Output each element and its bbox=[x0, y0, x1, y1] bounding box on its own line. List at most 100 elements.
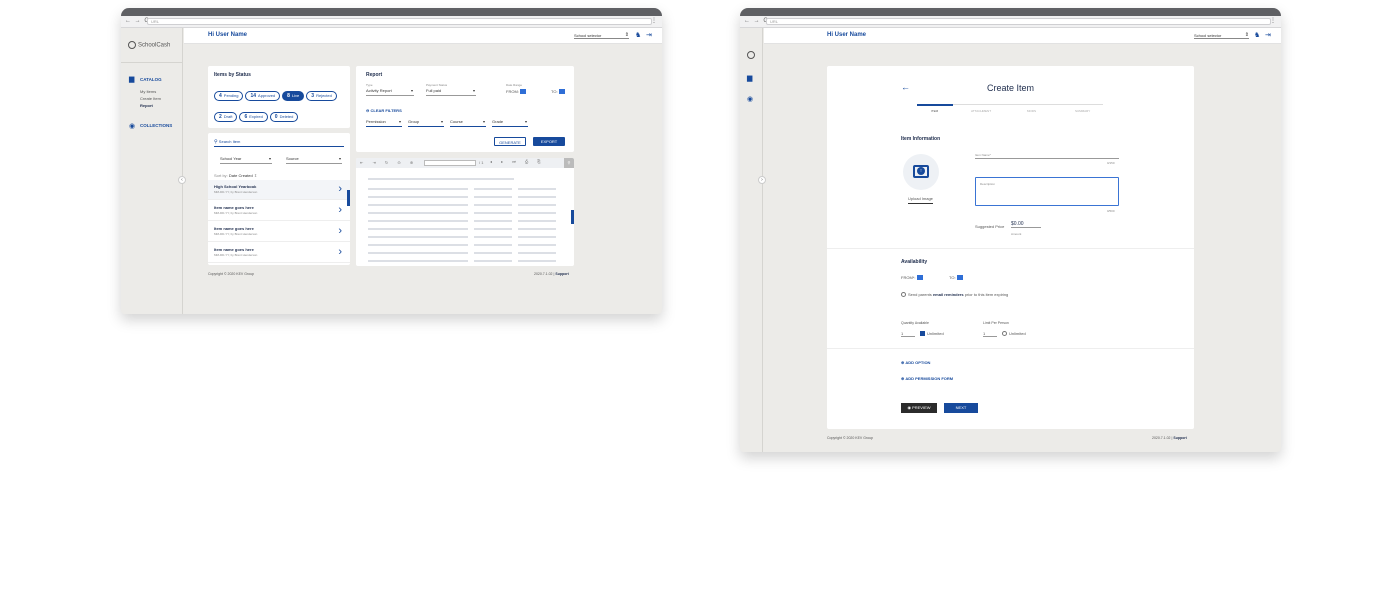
checkbox-checked-icon[interactable] bbox=[920, 331, 925, 337]
browser-menu-icon[interactable]: ⋮ bbox=[1270, 17, 1276, 24]
clear-filters-link[interactable]: ⊖ CLEAR FILTERS bbox=[366, 108, 402, 113]
preview-button[interactable]: ◉ PREVIEW bbox=[901, 403, 937, 413]
pill-count: 0 bbox=[274, 114, 278, 120]
description-textarea[interactable]: Description bbox=[975, 177, 1119, 206]
list-item[interactable]: Item name goes here MM-DD-YY, by Brent He… bbox=[208, 222, 350, 242]
sidebar-item-create-item[interactable]: Create Item bbox=[140, 96, 161, 101]
list-item[interactable]: Item name goes here MM-DD-YY, by Brent He… bbox=[208, 243, 350, 263]
calendar-icon[interactable] bbox=[520, 89, 527, 95]
support-link[interactable]: Support bbox=[555, 272, 568, 276]
url-field[interactable]: URL bbox=[147, 18, 652, 25]
add-option-label: ADD OPTION bbox=[905, 360, 931, 365]
support-link[interactable]: Support bbox=[1173, 436, 1186, 440]
catalog-icon: ▆ bbox=[129, 76, 135, 83]
filter-group[interactable]: Group ▾ bbox=[408, 119, 444, 127]
reminder-radio[interactable] bbox=[901, 292, 906, 298]
available-to[interactable]: TO: bbox=[949, 275, 963, 281]
type-select[interactable]: Activity Report ▾ bbox=[366, 88, 414, 96]
quantity-input[interactable]: 1 bbox=[901, 331, 915, 337]
expand-sidebar-button[interactable]: › bbox=[758, 176, 766, 184]
sidebar-item-catalog[interactable]: CATALOG bbox=[140, 77, 162, 82]
limit-unlimited[interactable]: Unlimited bbox=[1002, 331, 1026, 337]
greeting: Hi User Name bbox=[827, 32, 867, 38]
status-pill-live[interactable]: 8 Live bbox=[282, 91, 305, 101]
caret-down-icon: ▾ bbox=[482, 119, 485, 124]
url-field[interactable]: URL bbox=[766, 18, 1271, 25]
school-year-select[interactable]: School Year ▾ bbox=[220, 156, 272, 164]
collapse-sidebar-button[interactable]: ‹ bbox=[178, 176, 186, 184]
description-count: 0/500 bbox=[1107, 209, 1115, 213]
step-summary[interactable]: SUMMARY bbox=[1075, 109, 1090, 113]
radio-icon[interactable] bbox=[1002, 331, 1007, 337]
search-placeholder: Search Item bbox=[218, 139, 241, 144]
step-item[interactable]: ITEM bbox=[931, 109, 938, 113]
generate-button[interactable]: GENERATE bbox=[494, 137, 526, 146]
status-title: Items by Status bbox=[214, 72, 251, 78]
upload-image-label[interactable]: Upload Image bbox=[908, 196, 933, 204]
source-select[interactable]: Source ▾ bbox=[286, 156, 342, 164]
pill-count: 14 bbox=[250, 93, 257, 99]
reminder-option[interactable]: Send parents email reminders prior to th… bbox=[901, 292, 1008, 298]
type-value: Activity Report bbox=[366, 88, 392, 93]
list-item[interactable]: Item name goes here MM-DD-YY, by Brent He… bbox=[208, 201, 350, 221]
logout-icon[interactable]: ⇥ bbox=[1265, 31, 1271, 39]
status-pill-draft[interactable]: 2 Draft bbox=[214, 112, 238, 122]
suggested-price-label: Suggested Price bbox=[975, 224, 1005, 229]
calendar-icon[interactable] bbox=[956, 275, 963, 281]
sidebar-item-my-items[interactable]: My Items bbox=[140, 89, 156, 94]
item-name-input[interactable] bbox=[975, 158, 1119, 159]
add-permission-form-link[interactable]: ⊕ ADD PERMISSION FORM bbox=[901, 376, 953, 381]
date-from[interactable]: FROM: bbox=[506, 89, 527, 95]
filter-permission[interactable]: Permission ▾ bbox=[366, 119, 402, 127]
browser-nav-icons[interactable]: ← → C bbox=[125, 18, 150, 24]
logout-icon[interactable]: ⇥ bbox=[646, 31, 652, 39]
step-attachment[interactable]: ATTACHMENT bbox=[971, 109, 991, 113]
page-input[interactable] bbox=[424, 160, 476, 166]
collections-icon[interactable]: ◉ bbox=[747, 95, 753, 103]
calendar-icon[interactable] bbox=[558, 89, 565, 95]
bell-icon[interactable]: ♞ bbox=[635, 31, 641, 39]
suggested-price-input[interactable]: $0.00 bbox=[1011, 221, 1041, 228]
list-item[interactable]: High School Yearbook MM-DD-YY, by Brent H… bbox=[208, 180, 350, 200]
status-pill-approved[interactable]: 14 Approved bbox=[245, 91, 281, 101]
filter-course[interactable]: Course ▾ bbox=[450, 119, 486, 127]
calendar-icon[interactable] bbox=[916, 275, 923, 281]
report-card: Report Type Activity Report ▾ Payment Sta… bbox=[356, 66, 574, 152]
browser-menu-icon[interactable]: ⋮ bbox=[651, 17, 657, 24]
search-input[interactable]: ⚲ Search Item bbox=[214, 139, 344, 147]
date-to[interactable]: TO: bbox=[551, 89, 565, 95]
status-pill-pending[interactable]: 4 Pending bbox=[214, 91, 244, 101]
catalog-icon[interactable]: ▆ bbox=[747, 74, 752, 82]
filter-grade[interactable]: Grade ▾ bbox=[492, 119, 528, 127]
list-scrollbar[interactable] bbox=[347, 190, 350, 206]
next-button[interactable]: NEXT bbox=[944, 403, 978, 413]
brand-name: SchoolCash bbox=[138, 42, 171, 49]
create-item-card: ← Create Item ITEM ATTACHMENT MODS SUMMA… bbox=[827, 66, 1194, 429]
status-pill-deleted[interactable]: 0 Deleted bbox=[269, 112, 299, 122]
collections-icon: ◉ bbox=[129, 123, 136, 130]
school-selector[interactable]: School selector ⇕ bbox=[574, 32, 629, 39]
limit-input[interactable]: 1 bbox=[983, 331, 997, 337]
chevron-updown-icon: ⇕ bbox=[624, 32, 629, 38]
export-button[interactable]: EXPORT bbox=[533, 137, 565, 146]
browser-nav-icons[interactable]: ← → C bbox=[744, 18, 769, 24]
available-from[interactable]: FROM*: bbox=[901, 275, 923, 281]
sort-control[interactable]: Sort by: Date Created ⇕ bbox=[214, 173, 257, 178]
top-header: Hi User Name School selector ⇕ ♞ ⇥ bbox=[184, 28, 662, 44]
sidebar-item-report[interactable]: Report bbox=[140, 103, 153, 108]
add-option-link[interactable]: ⊕ ADD OPTION bbox=[901, 360, 930, 365]
step-mods[interactable]: MODS bbox=[1027, 109, 1036, 113]
payment-select[interactable]: Full paid ▾ bbox=[426, 88, 476, 96]
quantity-unlimited[interactable]: Unlimited bbox=[920, 331, 944, 337]
search-icon[interactable]: ⚲ bbox=[564, 158, 574, 168]
sidebar-item-collections[interactable]: COLLECTIONS bbox=[140, 123, 172, 128]
status-pill-expired[interactable]: 6 Expired bbox=[239, 112, 268, 122]
bell-icon[interactable]: ♞ bbox=[1254, 31, 1260, 39]
page-nav-icons[interactable]: ◂ ▸ ⏭ ⎙ ⎘ bbox=[490, 159, 544, 164]
school-selector[interactable]: School selector ⇕ bbox=[1194, 32, 1249, 39]
upload-image[interactable]: ↑ bbox=[903, 154, 939, 190]
preview-scrollbar[interactable] bbox=[571, 210, 574, 224]
item-name: High School Yearbook bbox=[214, 184, 257, 189]
preview-tool-icons[interactable]: ⇤ ⇥ ↻ ⊝ ⊕ bbox=[360, 160, 417, 165]
status-pill-rejected[interactable]: 3 Rejected bbox=[306, 91, 337, 101]
